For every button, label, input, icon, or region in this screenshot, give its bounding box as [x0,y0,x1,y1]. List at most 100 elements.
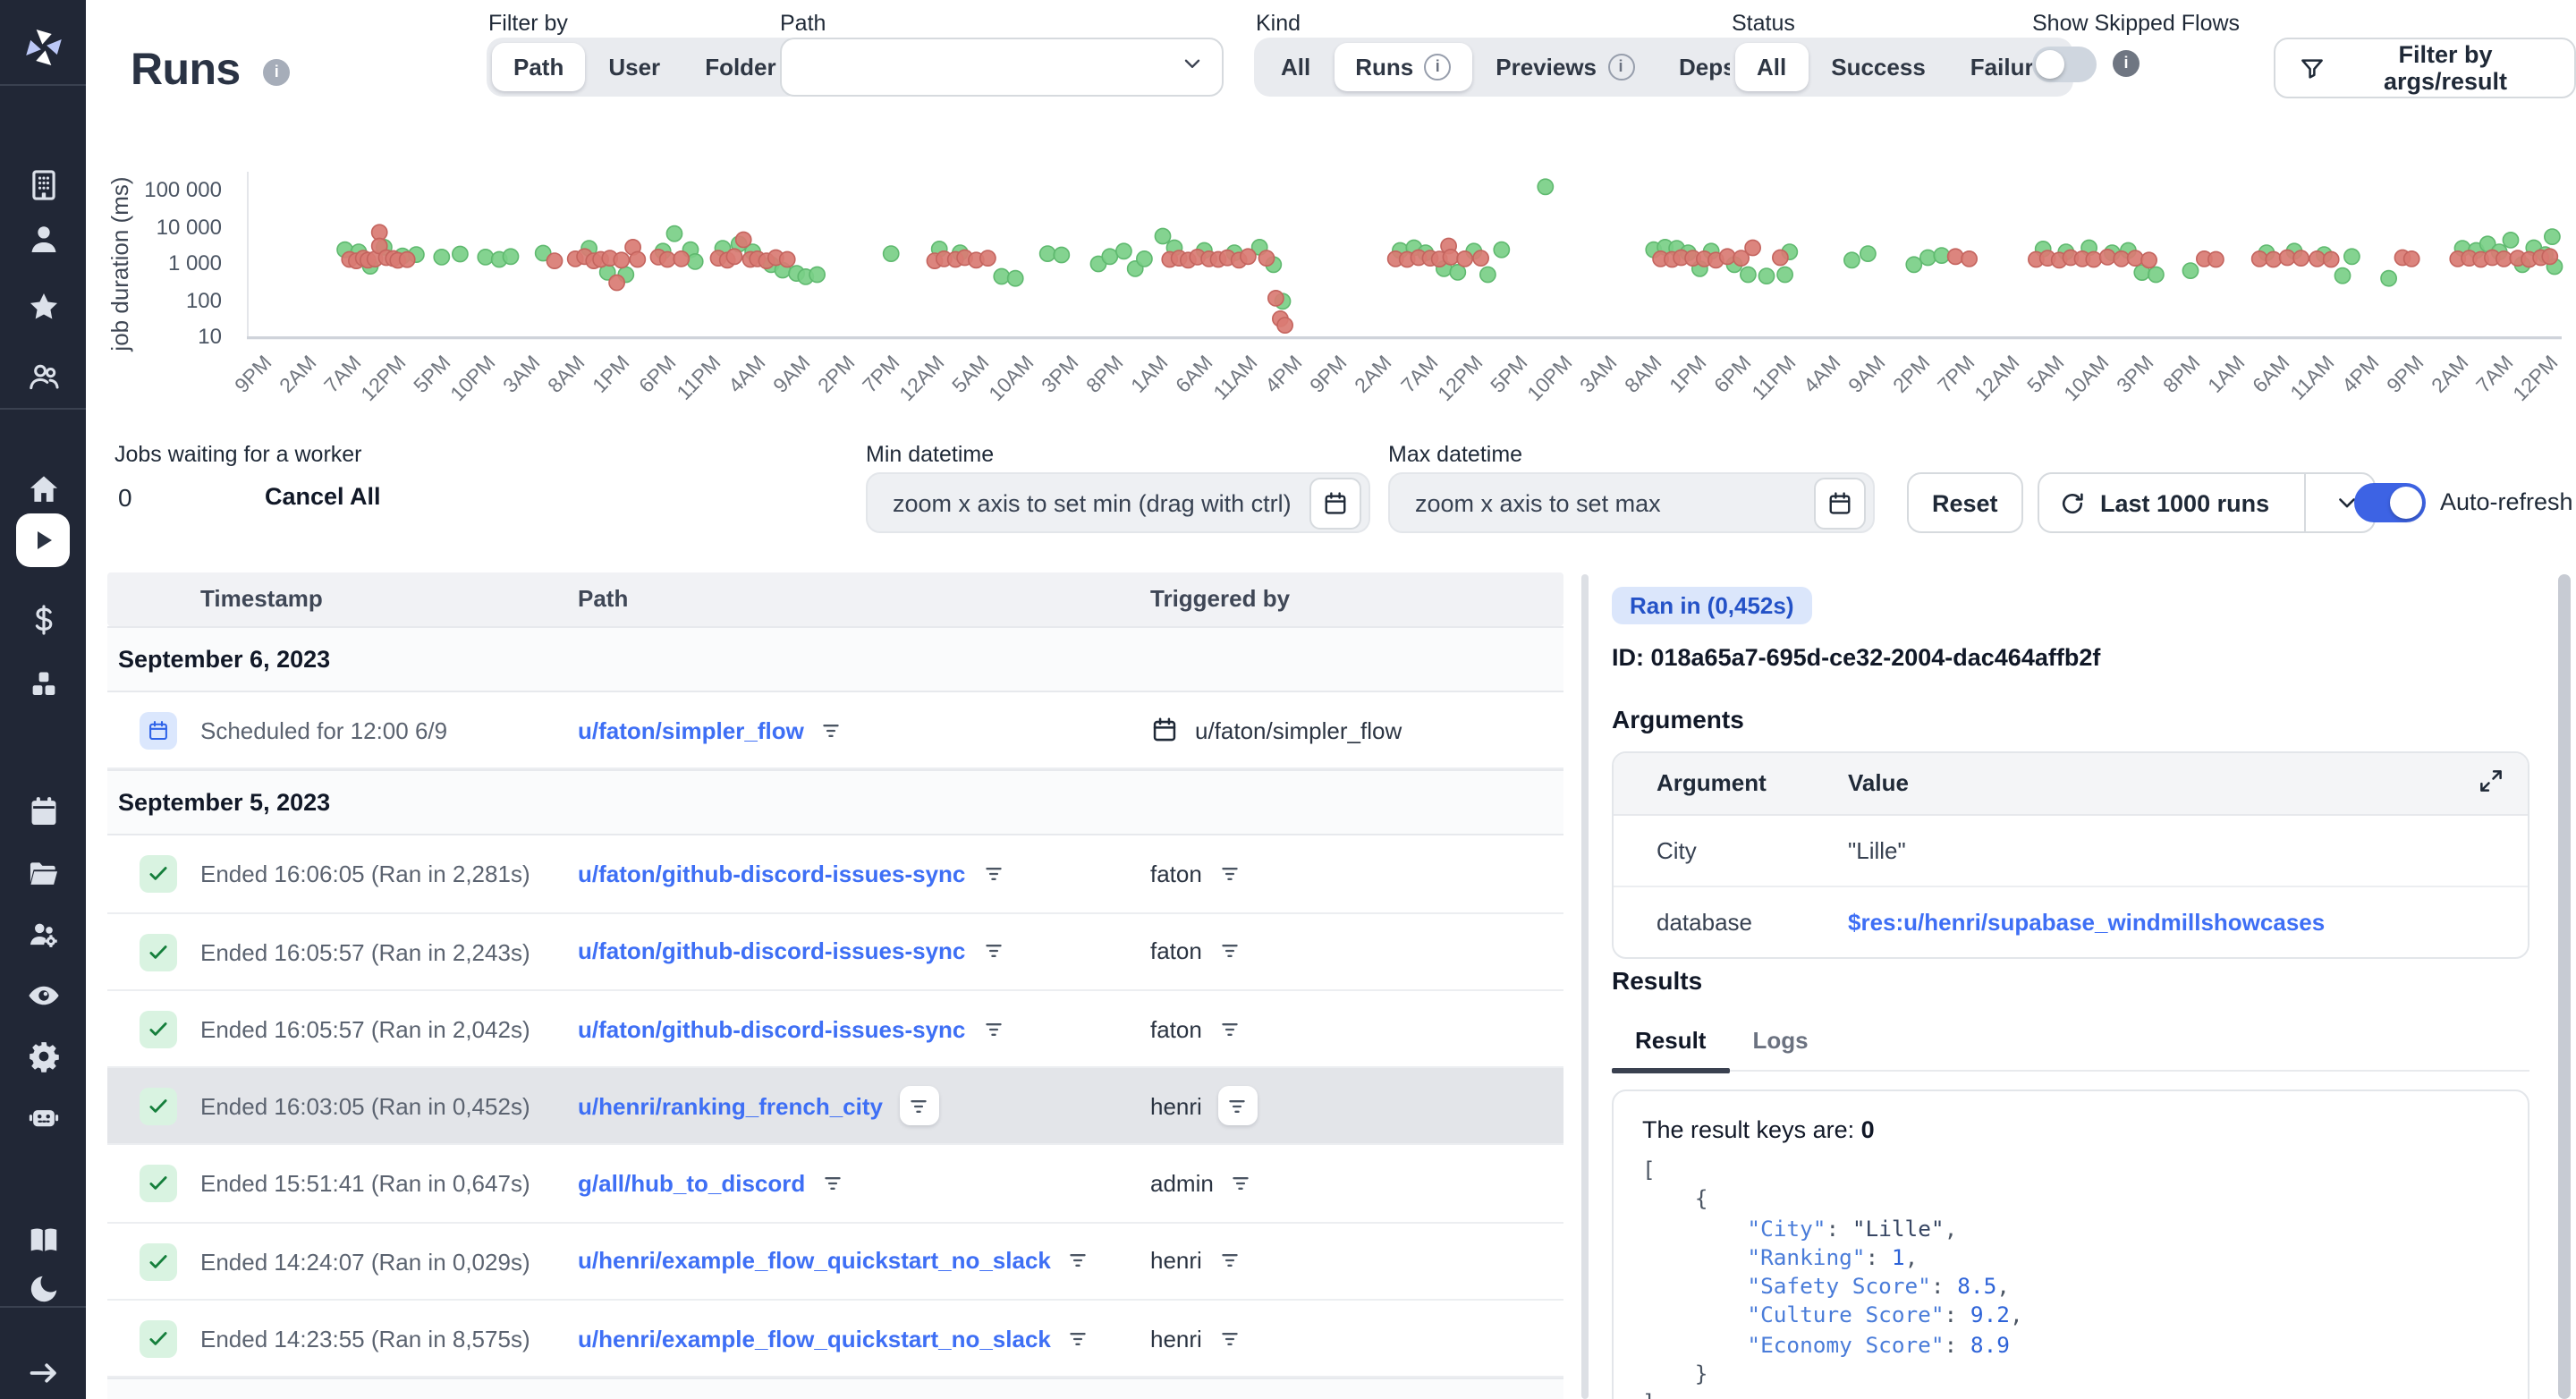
min-datetime-input[interactable] [889,488,1309,518]
sidebar-item-play[interactable] [16,513,70,567]
sidebar-item-arrow-right[interactable] [0,1345,86,1399]
sidebar-item-workers[interactable] [0,907,86,961]
filter-rows-icon[interactable] [1230,1172,1253,1195]
args-col-argument: Argument [1657,769,1767,796]
column-header-path: Path [578,585,628,612]
status-check-icon [140,1088,177,1125]
filter-rows-icon[interactable] [1067,1250,1090,1273]
filter-rows-icon[interactable] [899,1087,938,1126]
last-runs-main[interactable]: Last 1000 runs [2039,489,2289,516]
last-runs-button[interactable]: Last 1000 runs [2038,472,2375,533]
run-path-link[interactable]: u/faton/simpler_flow [578,716,804,743]
status-check-icon [140,1011,177,1048]
table-row[interactable]: Ended 16:06:05 (Ran in 2,281s) u/faton/gi… [107,836,1563,914]
jobs-waiting-count: 0 [118,483,132,512]
max-datetime-input[interactable] [1411,488,1814,518]
run-path-link[interactable]: u/henri/example_flow_quickstart_no_slack [578,1248,1051,1275]
run-path-link[interactable]: u/faton/github-discord-issues-sync [578,1015,965,1042]
sidebar-item-eye[interactable] [0,968,86,1022]
gear-icon [26,1039,60,1073]
folder-icon [26,856,60,890]
run-triggered-by: admin [1150,1170,1214,1197]
y-tick-label: 10 000 [118,214,222,239]
table-row[interactable]: Scheduled for 12:00 6/9u/faton/simpler_f… [107,692,1563,770]
expand-icon[interactable] [2478,767,2510,800]
robot-icon [26,1099,60,1133]
moon-icon [26,1271,60,1305]
panel-scrollbar[interactable] [2557,574,2570,1399]
min-datetime-calendar-button[interactable] [1309,477,1361,529]
max-datetime-calendar-button[interactable] [1814,477,1866,529]
filter-rows-icon[interactable] [981,1017,1004,1040]
run-triggered-by: henri [1150,1093,1202,1120]
table-row[interactable]: Ended 14:24:07 (Ran in 0,029s) u/henri/ex… [107,1224,1563,1301]
args-col-value: Value [1848,769,1909,796]
run-path-link[interactable]: u/henri/example_flow_quickstart_no_slack [578,1325,1051,1352]
arg-row: database$res:u/henri/supabase_windmillsh… [1614,886,2528,957]
date-group-row: September 5, 2023 [107,770,1563,836]
arrow-right-icon [26,1355,60,1389]
result-box: The result keys are: 0 [ { "City": "Lill… [1612,1090,2529,1399]
run-triggered-by: faton [1150,861,1202,887]
table-scrollbar[interactable] [1581,574,1588,1399]
table-row[interactable]: Ended 15:51:41 (Ran in 0,647s)g/all/hub_… [107,1146,1563,1224]
sidebar-item-cubes[interactable] [0,657,86,710]
run-path-link[interactable]: u/faton/github-discord-issues-sync [578,937,965,964]
run-triggered-by: henri [1150,1325,1202,1352]
arguments-table: Argument Value City"Lille"database$res:u… [1612,751,2529,959]
filter-rows-icon[interactable] [1218,1250,1241,1273]
book-icon [26,1223,60,1257]
arg-value[interactable]: $res:u/henri/supabase_windmillshowcases [1848,909,2325,936]
arg-row: City"Lille" [1614,816,2528,886]
run-timestamp: Ended 14:24:07 (Ran in 0,029s) [200,1249,530,1276]
status-check-icon [140,933,177,971]
table-header: TimestampPathTriggered by [107,572,1563,626]
sidebar-item-robot[interactable] [0,1090,86,1143]
filter-rows-icon[interactable] [821,1172,844,1195]
filter-rows-icon[interactable] [981,862,1004,886]
sidebar-item-calendar[interactable] [0,784,86,837]
table-row[interactable]: Ended 16:05:57 (Ran in 2,243s)u/faton/gi… [107,913,1563,991]
filter-rows-icon[interactable] [1067,1327,1090,1350]
max-datetime-field [1388,472,1875,533]
filter-rows-icon[interactable] [1218,939,1241,962]
jobs-waiting-label: Jobs waiting for a worker [114,442,362,467]
filter-rows-icon[interactable] [820,718,843,742]
sidebar-item-home[interactable] [0,462,86,515]
filter-rows-icon[interactable] [1218,862,1241,886]
run-path-link[interactable]: u/faton/github-discord-issues-sync [578,861,965,887]
dollar-icon [26,602,60,636]
table-row[interactable]: Ended 16:03:05 (Ran in 0,452s)u/henri/ra… [107,1068,1563,1146]
result-json: [ { "City": "Lille", "Ranking": 1, "Safe… [1642,1156,2499,1399]
filter-rows-icon[interactable] [981,939,1004,962]
auto-refresh-label: Auto-refresh [2440,488,2573,515]
min-datetime-label: Min datetime [866,442,994,467]
tab-logs[interactable]: Logs [1729,1016,1831,1070]
cancel-all-button[interactable]: Cancel All [265,483,381,510]
tab-result[interactable]: Result [1612,1016,1729,1070]
sidebar-item-book[interactable] [0,1213,86,1267]
min-datetime-field [866,472,1370,533]
runs-duration-chart[interactable]: job duration (ms) 101001 00010 000100 00… [0,0,2576,447]
refresh-icon [2059,489,2086,516]
sidebar-item-folder[interactable] [0,846,86,900]
filter-rows-icon[interactable] [1218,1327,1241,1350]
auto-refresh-toggle[interactable] [2354,483,2426,522]
table-row[interactable]: Ended 14:23:55 (Ran in 8,575s) u/henri/ex… [107,1301,1563,1378]
y-tick-label: 10 [118,324,222,349]
table-row[interactable]: Ended 16:05:57 (Ran in 2,042s)u/faton/gi… [107,991,1563,1069]
filter-rows-icon[interactable] [1218,1017,1241,1040]
run-path-link[interactable]: u/henri/ranking_french_city [578,1093,883,1120]
arg-name: City [1657,837,1697,864]
results-label: Results [1612,966,1702,995]
cubes-icon [26,666,60,700]
run-path-link[interactable]: g/all/hub_to_discord [578,1170,805,1197]
home-icon [26,471,60,505]
run-timestamp: Ended 14:23:55 (Ran in 8,575s) [200,1326,530,1352]
filter-rows-icon[interactable] [1218,1087,1258,1126]
sidebar-item-gear[interactable] [0,1029,86,1082]
run-timestamp: Ended 16:06:05 (Ran in 2,281s) [200,861,530,888]
sidebar-item-dollar[interactable] [0,592,86,646]
date-group-label: September 5, 2023 [118,790,330,817]
reset-button[interactable]: Reset [1907,472,2023,533]
